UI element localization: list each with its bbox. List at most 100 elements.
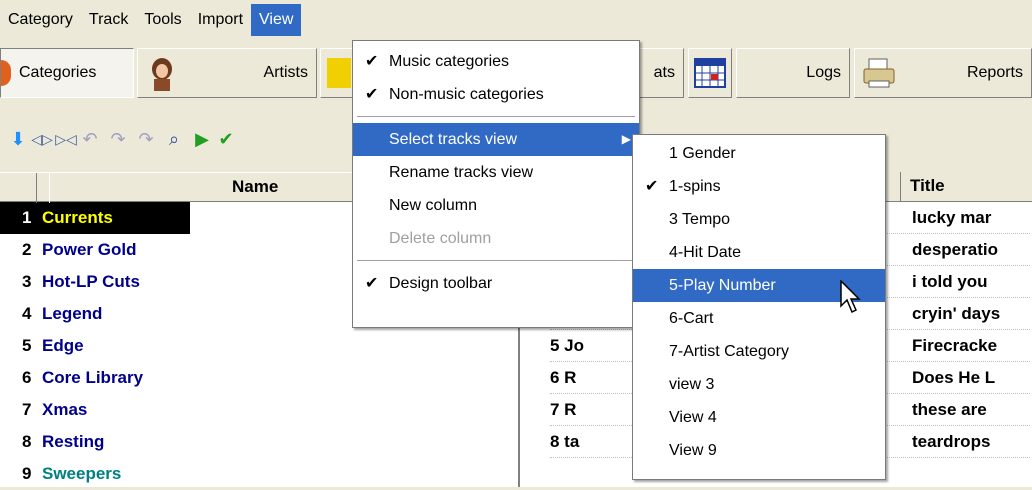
search-icon[interactable]: ⌕ bbox=[162, 126, 186, 152]
track-title: desperatio bbox=[912, 239, 998, 259]
track-title: these are bbox=[912, 399, 987, 419]
header-divider bbox=[36, 173, 50, 203]
track-title: lucky mar bbox=[912, 207, 992, 227]
track-left-cell: 6 R bbox=[550, 367, 577, 387]
menu-item-new-column[interactable]: New column bbox=[353, 189, 639, 222]
category-row[interactable]: 6 Core Library bbox=[0, 362, 520, 394]
menu-bar: Category Track Tools Import View bbox=[0, 0, 1032, 40]
name-column-header[interactable]: Name bbox=[232, 177, 278, 197]
category-name: Currents bbox=[42, 208, 113, 227]
menu-item-music-categories[interactable]: ✔ Music categories bbox=[353, 45, 639, 78]
menu-category[interactable]: Category bbox=[0, 4, 81, 36]
menu-item-label: Design toolbar bbox=[389, 275, 493, 292]
stats-label: ats bbox=[653, 64, 675, 81]
menu-item-select-tracks-view[interactable]: Select tracks view ▶ bbox=[353, 123, 639, 156]
menu-item-label: Rename tracks view bbox=[389, 164, 534, 181]
menu-item-label: Music categories bbox=[389, 53, 510, 70]
menu-import[interactable]: Import bbox=[190, 4, 251, 36]
checkmark-icon: ✔ bbox=[645, 178, 659, 195]
submenu-item-label: 1-spins bbox=[669, 178, 721, 195]
submenu-item-artist-category[interactable]: 7-Artist Category bbox=[633, 335, 885, 368]
categories-button[interactable]: Categories bbox=[0, 48, 134, 98]
category-name: Core Library bbox=[42, 368, 144, 387]
collapse-icon[interactable]: ▷◁ bbox=[54, 126, 78, 152]
submenu-item-label: 3 Tempo bbox=[669, 211, 731, 228]
menu-item-label: New column bbox=[389, 197, 478, 214]
logs-button[interactable]: Logs bbox=[736, 48, 850, 98]
menu-separator bbox=[353, 111, 639, 123]
submenu-item-view-4[interactable]: View 4 bbox=[633, 401, 885, 434]
category-name: Legend bbox=[42, 304, 103, 323]
category-row[interactable]: 8 Resting bbox=[0, 426, 520, 458]
categories-icon bbox=[1, 60, 11, 86]
track-title: teardrops bbox=[912, 431, 991, 451]
logs-label: Logs bbox=[806, 64, 841, 81]
submenu-item-label: 6-Cart bbox=[669, 310, 714, 327]
artists-label: Artists bbox=[263, 64, 308, 81]
undo-icon[interactable]: ↶ bbox=[78, 126, 102, 152]
artist-portrait-icon bbox=[144, 55, 180, 91]
expand-icon[interactable]: ◁▷ bbox=[30, 126, 54, 152]
reports-button[interactable]: Reports bbox=[854, 48, 1032, 98]
category-number: 6 bbox=[22, 368, 32, 387]
play-icon[interactable]: ▶ bbox=[190, 126, 214, 152]
submenu-item-label: 5-Play Number bbox=[669, 277, 776, 294]
category-row[interactable]: 9 Sweepers bbox=[0, 458, 520, 490]
checkmark-icon: ✔ bbox=[365, 86, 379, 103]
track-title: cryin' days bbox=[912, 303, 1001, 323]
submenu-item-label: 4-Hit Date bbox=[669, 244, 742, 261]
menu-separator bbox=[353, 255, 639, 267]
category-name: Sweepers bbox=[42, 464, 122, 483]
category-name: Power Gold bbox=[42, 240, 137, 259]
track-title: i told you bbox=[912, 271, 988, 291]
track-left-cell: 8 ta bbox=[550, 431, 580, 451]
submenu-item-tempo[interactable]: 3 Tempo bbox=[633, 203, 885, 236]
submenu-item-hit-date[interactable]: 4-Hit Date bbox=[633, 236, 885, 269]
submenu-item-view-9[interactable]: View 9 bbox=[633, 434, 885, 467]
redo-icon[interactable]: ↷ bbox=[106, 126, 130, 152]
menu-track[interactable]: Track bbox=[81, 4, 136, 36]
submenu-arrow-icon: ▶ bbox=[621, 132, 631, 146]
menu-item-design-toolbar[interactable]: ✔ Design toolbar bbox=[353, 267, 639, 300]
menu-item-non-music-categories[interactable]: ✔ Non-music categories bbox=[353, 78, 639, 111]
track-left-cell: 7 R bbox=[550, 399, 577, 419]
categories-label: Categories bbox=[19, 64, 97, 81]
header-divider bbox=[900, 172, 901, 202]
category-number: 9 bbox=[22, 464, 32, 483]
submenu-item-label: View 4 bbox=[669, 409, 717, 426]
category-name: Hot-LP Cuts bbox=[42, 272, 140, 291]
submenu-item-spins[interactable]: ✔ 1-spins bbox=[633, 170, 885, 203]
move-down-icon[interactable]: ⬇ bbox=[6, 126, 30, 152]
submenu-item-view-3[interactable]: view 3 bbox=[633, 368, 885, 401]
reports-label: Reports bbox=[966, 64, 1023, 81]
printer-icon bbox=[863, 58, 895, 88]
category-row[interactable]: 7 Xmas bbox=[0, 394, 520, 426]
category-row[interactable]: 5 Edge bbox=[0, 330, 520, 362]
submenu-item-label: view 3 bbox=[669, 376, 715, 393]
calendar-grid-icon bbox=[694, 58, 726, 88]
artists-button[interactable]: Artists bbox=[137, 48, 317, 98]
category-number: 2 bbox=[22, 240, 32, 259]
checkmark-icon: ✔ bbox=[365, 275, 379, 292]
checkmark-icon: ✔ bbox=[365, 53, 379, 70]
redo-alt-icon[interactable]: ↷ bbox=[134, 126, 158, 152]
category-number: 1 bbox=[22, 208, 32, 227]
submenu-item-label: 7-Artist Category bbox=[669, 343, 790, 360]
yellow-tool-icon bbox=[327, 58, 351, 88]
menu-item-label: Delete column bbox=[389, 230, 492, 247]
title-column-header[interactable]: Title bbox=[910, 176, 945, 196]
menu-item-delete-column: Delete column bbox=[353, 222, 639, 255]
submenu-item-gender[interactable]: 1 Gender bbox=[633, 137, 885, 170]
submenu-item-label: View 9 bbox=[669, 442, 717, 459]
category-row[interactable]: 1 Currents bbox=[0, 202, 190, 234]
menu-tools[interactable]: Tools bbox=[136, 4, 189, 36]
menu-item-rename-tracks-view[interactable]: Rename tracks view bbox=[353, 156, 639, 189]
menu-view[interactable]: View bbox=[251, 4, 302, 36]
category-number: 7 bbox=[22, 400, 32, 419]
checkmark-icon[interactable]: ✔ bbox=[214, 126, 238, 152]
calendar-button[interactable] bbox=[688, 48, 732, 98]
track-title: Firecracke bbox=[912, 335, 998, 355]
category-number: 4 bbox=[22, 304, 32, 323]
category-name: Xmas bbox=[42, 400, 88, 419]
menu-item-label: Select tracks view bbox=[389, 131, 518, 148]
